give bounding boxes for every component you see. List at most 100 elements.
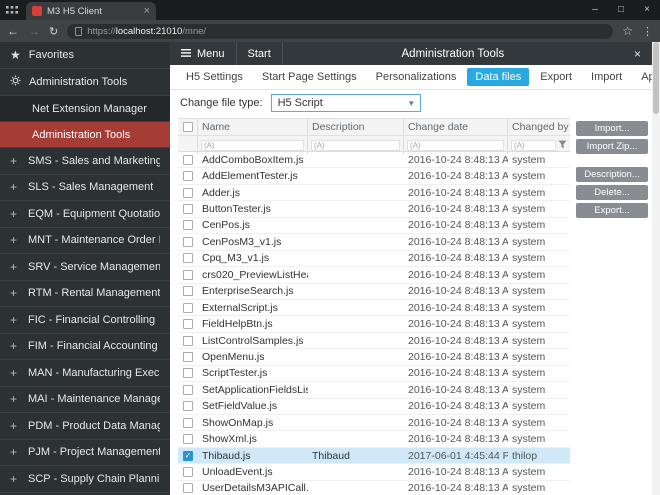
settings-tab[interactable]: Personalizations (368, 68, 465, 86)
expand-plus-icon[interactable]: + (10, 366, 20, 380)
expand-plus-icon[interactable]: + (10, 445, 20, 459)
sidebar-module-item[interactable]: + PJM - Project Management (0, 440, 170, 466)
action-button[interactable]: Import Zip... (576, 139, 648, 154)
table-row[interactable]: ✓ crs020_PreviewListHeader.j 2016-10-24 … (178, 267, 570, 284)
sidebar-module-item[interactable]: + SRV - Service Management (0, 254, 170, 281)
row-checkbox[interactable]: ✓ (183, 171, 193, 182)
column-header-name[interactable]: Name (198, 119, 308, 135)
sidebar-module-item[interactable]: + RTM - Rental Management (0, 281, 170, 307)
forward-icon[interactable]: → (28, 24, 40, 38)
settings-tab[interactable]: Data files (467, 68, 530, 86)
back-icon[interactable]: ← (7, 24, 19, 38)
tab-close-icon[interactable]: × (144, 6, 150, 17)
table-row[interactable]: ✓ AddElementTester.js 2016-10-24 8:48:13… (178, 168, 570, 185)
settings-tab[interactable]: Start Page Settings (254, 68, 365, 86)
row-checkbox[interactable]: ✓ (183, 187, 193, 198)
address-bar[interactable]: https://localhost:21010/mne/ (67, 23, 614, 39)
expand-plus-icon[interactable]: + (10, 392, 20, 406)
row-checkbox[interactable]: ✓ (183, 220, 193, 231)
sidebar-item-favorites[interactable]: ★ Favorites (0, 42, 170, 69)
action-button[interactable]: Description... (576, 167, 648, 182)
row-checkbox[interactable]: ✓ (183, 204, 193, 215)
row-checkbox[interactable]: ✓ (183, 269, 193, 280)
expand-plus-icon[interactable]: + (10, 154, 20, 168)
sidebar-module-item[interactable]: + PDM - Product Data Manage (0, 413, 170, 440)
expand-plus-icon[interactable]: + (10, 286, 20, 300)
expand-plus-icon[interactable]: + (10, 233, 20, 247)
column-header-changed-by[interactable]: Changed by (508, 119, 570, 135)
row-checkbox[interactable]: ✓ (183, 417, 193, 428)
table-row[interactable]: ✓ ExternalScript.js 2016-10-24 8:48:13 A… (178, 300, 570, 317)
row-checkbox[interactable]: ✓ (183, 434, 193, 445)
bookmark-star-icon[interactable]: ☆ (622, 24, 633, 38)
table-row[interactable]: ✓ Adder.js 2016-10-24 8:48:13 AM system (178, 185, 570, 202)
select-all-checkbox[interactable]: ✓ (183, 122, 193, 132)
row-checkbox[interactable]: ✓ (183, 335, 193, 346)
row-checkbox[interactable]: ✓ (183, 302, 193, 313)
table-row[interactable]: ✓ SetFieldValue.js 2016-10-24 8:48:13 AM… (178, 399, 570, 415)
sidebar-sub-item[interactable]: Administration Tools (0, 122, 170, 148)
window-close-button[interactable]: × (634, 0, 660, 20)
sidebar-module-item[interactable]: + SCP - Supply Chain Planning (0, 466, 170, 493)
row-checkbox[interactable]: ✓ (183, 401, 193, 412)
settings-tab[interactable]: H5 Settings (178, 68, 251, 86)
menu-button[interactable]: Menu (170, 42, 237, 65)
table-row[interactable]: ✓ ShowXml.js 2016-10-24 8:48:13 AM syste… (178, 431, 570, 448)
expand-plus-icon[interactable]: + (10, 260, 20, 274)
scrollbar-thumb[interactable] (653, 42, 659, 114)
expand-plus-icon[interactable]: + (10, 339, 20, 353)
window-maximize-button[interactable]: □ (608, 0, 634, 20)
settings-tab[interactable]: Import (583, 68, 630, 86)
table-row[interactable]: ✓ ShowOnMap.js 2016-10-24 8:48:13 AM sys… (178, 415, 570, 432)
table-row[interactable]: ✓ Cpq_M3_v1.js 2016-10-24 8:48:13 AM sys… (178, 251, 570, 268)
sidebar-module-item[interactable]: + MAN - Manufacturing Execut (0, 360, 170, 387)
table-row[interactable]: ✓ Thibaud.js Thibaud 2017-06-01 4:45:44 … (178, 447, 570, 465)
sidebar-sub-item[interactable]: Net Extension Manager (0, 96, 170, 122)
sidebar-module-item[interactable]: + MNT - Maintenance Order M (0, 228, 170, 254)
name-filter-input[interactable]: (A) (201, 139, 304, 151)
sidebar-module-item[interactable]: + EQM - Equipment Quotation (0, 201, 170, 228)
row-checkbox[interactable]: ✓ (183, 368, 193, 379)
row-checkbox[interactable]: ✓ (183, 319, 193, 330)
table-row[interactable]: ✓ AddComboBoxItem.js 2016-10-24 8:48:13 … (178, 152, 570, 169)
window-minimize-button[interactable]: – (582, 0, 608, 20)
table-row[interactable]: ✓ ListControlSamples.js 2016-10-24 8:48:… (178, 333, 570, 350)
expand-plus-icon[interactable]: + (10, 180, 20, 194)
sidebar-module-item[interactable]: + MAI - Maintenance Manager (0, 387, 170, 413)
row-checkbox[interactable]: ✓ (183, 286, 193, 297)
table-row[interactable]: ✓ UserDetailsM3APICall.js 2016-10-24 8:4… (178, 481, 570, 495)
sidebar-module-item[interactable]: + SMS - Sales and Marketing A (0, 148, 170, 175)
sidebar-item-administration-tools-group[interactable]: Administration Tools (0, 69, 170, 96)
expand-plus-icon[interactable]: + (10, 419, 20, 433)
action-button[interactable]: Import... (576, 121, 648, 136)
row-checkbox[interactable]: ✓ (183, 351, 193, 362)
table-row[interactable]: ✓ OpenMenu.js 2016-10-24 8:48:13 AM syst… (178, 349, 570, 366)
settings-tab[interactable]: Export (532, 68, 580, 86)
change-date-filter-input[interactable]: (A) (407, 139, 504, 151)
panel-close-icon[interactable]: × (623, 47, 652, 61)
sidebar-module-item[interactable]: + SLS - Sales Management (0, 175, 170, 201)
table-row[interactable]: ✓ ScriptTester.js 2016-10-24 8:48:13 AM … (178, 366, 570, 383)
row-checkbox[interactable]: ✓ (183, 384, 193, 395)
action-button[interactable]: Delete... (576, 185, 648, 200)
row-checkbox[interactable]: ✓ (183, 483, 193, 494)
browser-tab[interactable]: M3 H5 Client × (26, 2, 156, 20)
description-filter-input[interactable]: (A) (311, 139, 400, 151)
sidebar-module-item[interactable]: + FIM - Financial Accounting (0, 334, 170, 360)
table-row[interactable]: ✓ CenPosM3_v1.js 2016-10-24 8:48:13 AM s… (178, 234, 570, 251)
action-button[interactable]: Export... (576, 203, 648, 218)
table-row[interactable]: ✓ EnterpriseSearch.js 2016-10-24 8:48:13… (178, 284, 570, 300)
file-type-select[interactable]: H5 Script ▾ (270, 94, 421, 112)
table-row[interactable]: ✓ UnloadEvent.js 2016-10-24 8:48:13 AM s… (178, 464, 570, 481)
expand-plus-icon[interactable]: + (10, 472, 20, 486)
row-checkbox[interactable]: ✓ (183, 154, 193, 165)
row-checkbox[interactable]: ✓ (183, 467, 193, 478)
browser-menu-icon[interactable]: ⋮ (642, 25, 653, 38)
page-scrollbar[interactable] (652, 42, 660, 495)
table-row[interactable]: ✓ ButtonTester.js 2016-10-24 8:48:13 AM … (178, 201, 570, 218)
table-row[interactable]: ✓ FieldHelpBtn.js 2016-10-24 8:48:13 AM … (178, 316, 570, 333)
table-row[interactable]: ✓ CenPos.js 2016-10-24 8:48:13 AM system (178, 218, 570, 235)
table-row[interactable]: ✓ SetApplicationFieldsListener 2016-10-2… (178, 382, 570, 399)
start-button[interactable]: Start (237, 42, 283, 65)
sidebar-module-item[interactable]: + FIC - Financial Controlling (0, 307, 170, 334)
